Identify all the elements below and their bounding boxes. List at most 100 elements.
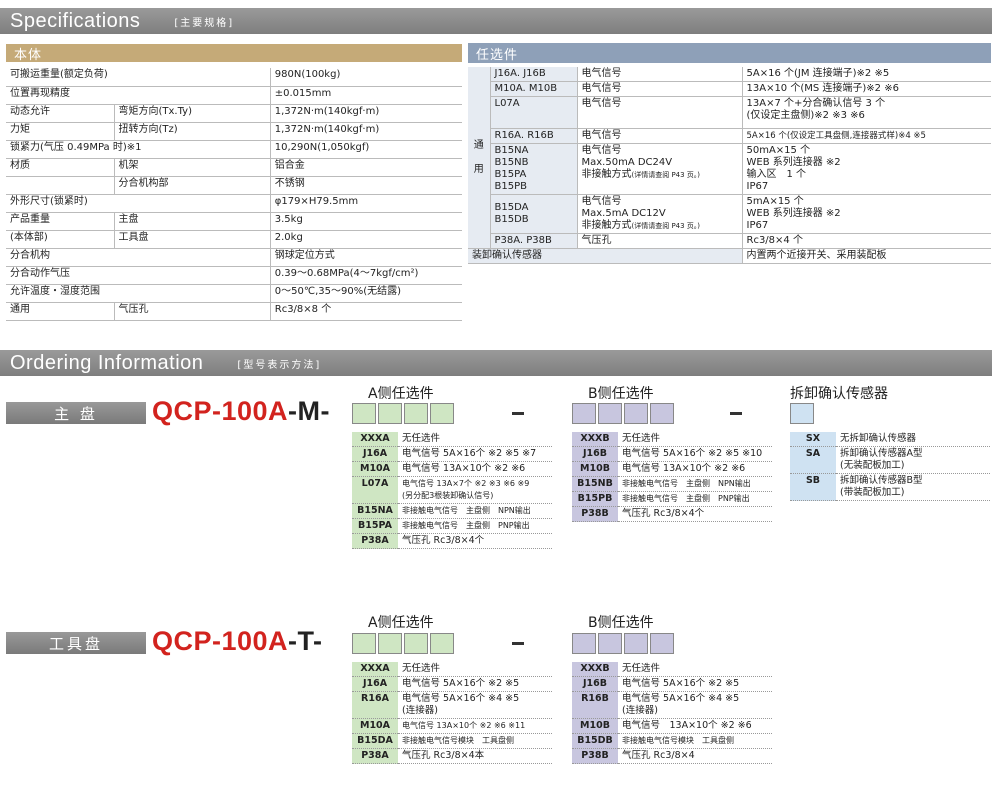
master-model: QCP-100A-M- [152, 396, 330, 427]
table-row: P38A. P38B 气压孔 Rc3/8×4 个 [468, 233, 991, 249]
cell-text: 电气信号 [581, 98, 622, 109]
cell-text: 电气信号 5A×16个 ※2 ※5 [622, 678, 740, 689]
cell-text: B15DB [494, 214, 529, 225]
cell-text: 气压孔 Rc3/8×4 [622, 750, 695, 761]
cell-text: 非接触电气信号 主盘侧 PNP输出 [622, 494, 750, 503]
table-cell: J16A [352, 676, 398, 692]
code-box [624, 633, 648, 654]
option-value: 13A×7 个+分合确认信号 3 个 (仅设定主盘侧)※2 ※3 ※6 [742, 96, 991, 129]
body-spec-table: 可搬运重量(额定负荷) 980N(100kg) 位置再现精度 ±0.015mm 动态允许… [6, 68, 462, 321]
list-item: J16B 电气信号 5A×16个 ※2 ※5 ※10 [572, 446, 772, 462]
option-description: 拆卸确认传感器A型 (无装配板加工) [836, 446, 990, 474]
cell-text: 非接触电气信号 主盘侧 PNP输出 [402, 521, 530, 530]
option-value: 5mA×15 个 WEB 系列连接器 ※2 IP67 [742, 194, 991, 234]
table-cell [6, 176, 115, 195]
master-s-title: 拆卸确认传感器 [790, 386, 888, 402]
cell-text: (带装配板加工) [840, 487, 905, 498]
table-cell: 2.0kg [270, 230, 462, 249]
option-value: 13A×10 个(MS 连接端子)※2 ※6 [742, 81, 991, 97]
cell-text: 电气信号 [581, 68, 622, 79]
table-cell: 980N(100kg) [270, 68, 462, 87]
cell-text: 电气信号 13A×10个 ※2 ※6 [622, 720, 752, 731]
cell-text: WEB 系列连接器 ※2 [746, 157, 841, 168]
code-box [352, 633, 376, 654]
table-cell: M10A [352, 461, 398, 477]
cell-text: Rc3/8×4 个 [746, 235, 803, 246]
code-box [572, 403, 596, 424]
table-cell: 锁紧力(气压 0.49MPa 时)※1 [6, 140, 271, 159]
specifications-subtitle: [主要规格] [174, 17, 235, 29]
list-item: B15NB 非接触电气信号 主盘侧 NPN输出 [572, 476, 772, 492]
option-type: 电气信号 [577, 96, 743, 129]
tool-a-title: A侧任选件 [368, 615, 434, 631]
code-box [378, 633, 402, 654]
list-item: SB 拆卸确认传感器B型 (带装配板加工) [790, 473, 990, 501]
table-cell: 1,372N·m(140kgf·m) [270, 104, 462, 123]
cell-text: 电气信号 [581, 145, 622, 156]
table-row: B15DA B15DB 电气信号 Max.5mA DC12V 非接触方式(详情请查阅 P… [468, 194, 991, 234]
table-row: 外形尺寸(锁紧时) φ179×H79.5mm [6, 194, 462, 213]
list-item: M10A 电气信号 13A×10个 ※2 ※6 [352, 461, 552, 477]
cell-text: 非接触电气信号模块 工具盘侧 [402, 736, 514, 745]
cell-text: M10A. M10B [494, 83, 558, 94]
option-description: 非接触电气信号模块 工具盘侧 [618, 733, 772, 749]
option-description: 非接触电气信号 主盘侧 NPN输出 [618, 476, 772, 492]
table-row: 装卸确认传感器 内置两个近接开关、采用装配板 [468, 248, 991, 264]
table-row: 动态允许 弯矩方向(Tx.Ty) 1,372N·m(140kgf·m) [6, 104, 462, 123]
table-cell: 气压孔 [114, 302, 271, 321]
tool-b-boxes [572, 633, 674, 654]
cell-text: 气压孔 [581, 235, 612, 246]
table-cell: φ179×H79.5mm [270, 194, 462, 213]
table-cell: 产品重量 [6, 212, 115, 231]
cell-text: (仅设定主盘侧)※2 ※3 ※6 [746, 110, 865, 121]
cell-text: B15NA [494, 145, 529, 156]
cell-text: 无任选件 [622, 433, 661, 444]
cell-text: 5mA×15 个 [746, 196, 804, 207]
master-s-options: SX 无拆卸确认传感器 SA 拆卸确认传感器A型 (无装配板加工) SB 拆卸确认传感器B型… [790, 432, 990, 501]
table-cell: 外形尺寸(锁紧时) [6, 194, 271, 213]
cell-text: 通 [473, 139, 484, 151]
table-row: R16A. R16B 电气信号 5A×16 个(仅设定工具盘侧,连接器式样)※4 ※… [468, 128, 991, 144]
table-cell: 位置再现精度 [6, 86, 271, 105]
cell-text: L07A [494, 98, 520, 109]
master-label: 主 盘 [6, 402, 146, 424]
table-row: 可搬运重量(额定负荷) 980N(100kg) [6, 68, 462, 87]
option-description: 无任选件 [618, 432, 772, 447]
code-box [598, 633, 622, 654]
table-cell: 装卸确认传感器 [468, 248, 743, 264]
code-box [572, 633, 596, 654]
list-item: P38A 气压孔 Rc3/8×4本 [352, 748, 552, 764]
list-item: B15PB 非接触电气信号 主盘侧 PNP输出 [572, 491, 772, 507]
table-row: 产品重量 主盘 3.5kg [6, 212, 462, 231]
table-cell: (本体部) [6, 230, 115, 249]
table-row: 锁紧力(气压 0.49MPa 时)※1 10,290N(1,050kgf) [6, 140, 462, 159]
list-item: B15NA 非接触电气信号 主盘侧 NPN输出 [352, 503, 552, 519]
option-description: 非接触电气信号 主盘侧 NPN输出 [398, 503, 552, 519]
table-cell: 钢球定位方式 [270, 248, 462, 267]
cell-text: 无任选件 [402, 433, 441, 444]
table-cell: R16A [352, 691, 398, 719]
code-box [624, 403, 648, 424]
cell-text: J16A. J16B [494, 68, 546, 79]
list-item: P38A 气压孔 Rc3/8×4个 [352, 533, 552, 549]
option-name: B15NA B15NB B15PA B15PB [490, 143, 578, 195]
cell-text: 气压孔 Rc3/8×4个 [622, 508, 705, 519]
cell-text: 5A×16 个(仅设定工具盘侧,连接器式样)※4 ※5 [746, 131, 926, 141]
table-row: 力矩 扭转方向(Tz) 1,372N·m(140kgf·m) [6, 122, 462, 141]
code-box [650, 633, 674, 654]
cell-text: 电气信号 13A×10个 ※2 ※6 [622, 463, 746, 474]
option-description: 电气信号 13A×7个 ※2 ※3 ※6 ※9 (另分配3根装卸确认信号) [398, 476, 552, 504]
option-value: 50mA×15 个 WEB 系列连接器 ※2 输入区 1 个 IP67 [742, 143, 991, 195]
list-item: P38B 气压孔 Rc3/8×4 [572, 748, 772, 764]
table-cell: 材质 [6, 158, 115, 177]
cell-text: R16A. R16B [494, 130, 554, 141]
table-row: B15NA B15NB B15PA B15PB 电气信号 Max.50mA DC24V 非接… [468, 143, 991, 195]
table-cell: 0～50℃,35～90%(无结露) [270, 284, 462, 303]
cell-text: 电气信号 5A×16个 ※2 ※5 [402, 678, 520, 689]
code-box [430, 403, 454, 424]
table-cell: XXXA [352, 662, 398, 677]
table-cell: B15DA [352, 733, 398, 749]
cell-text: B15PB [494, 181, 527, 192]
table-cell: 力矩 [6, 122, 115, 141]
option-description: 拆卸确认传感器B型 (带装配板加工) [836, 473, 990, 501]
